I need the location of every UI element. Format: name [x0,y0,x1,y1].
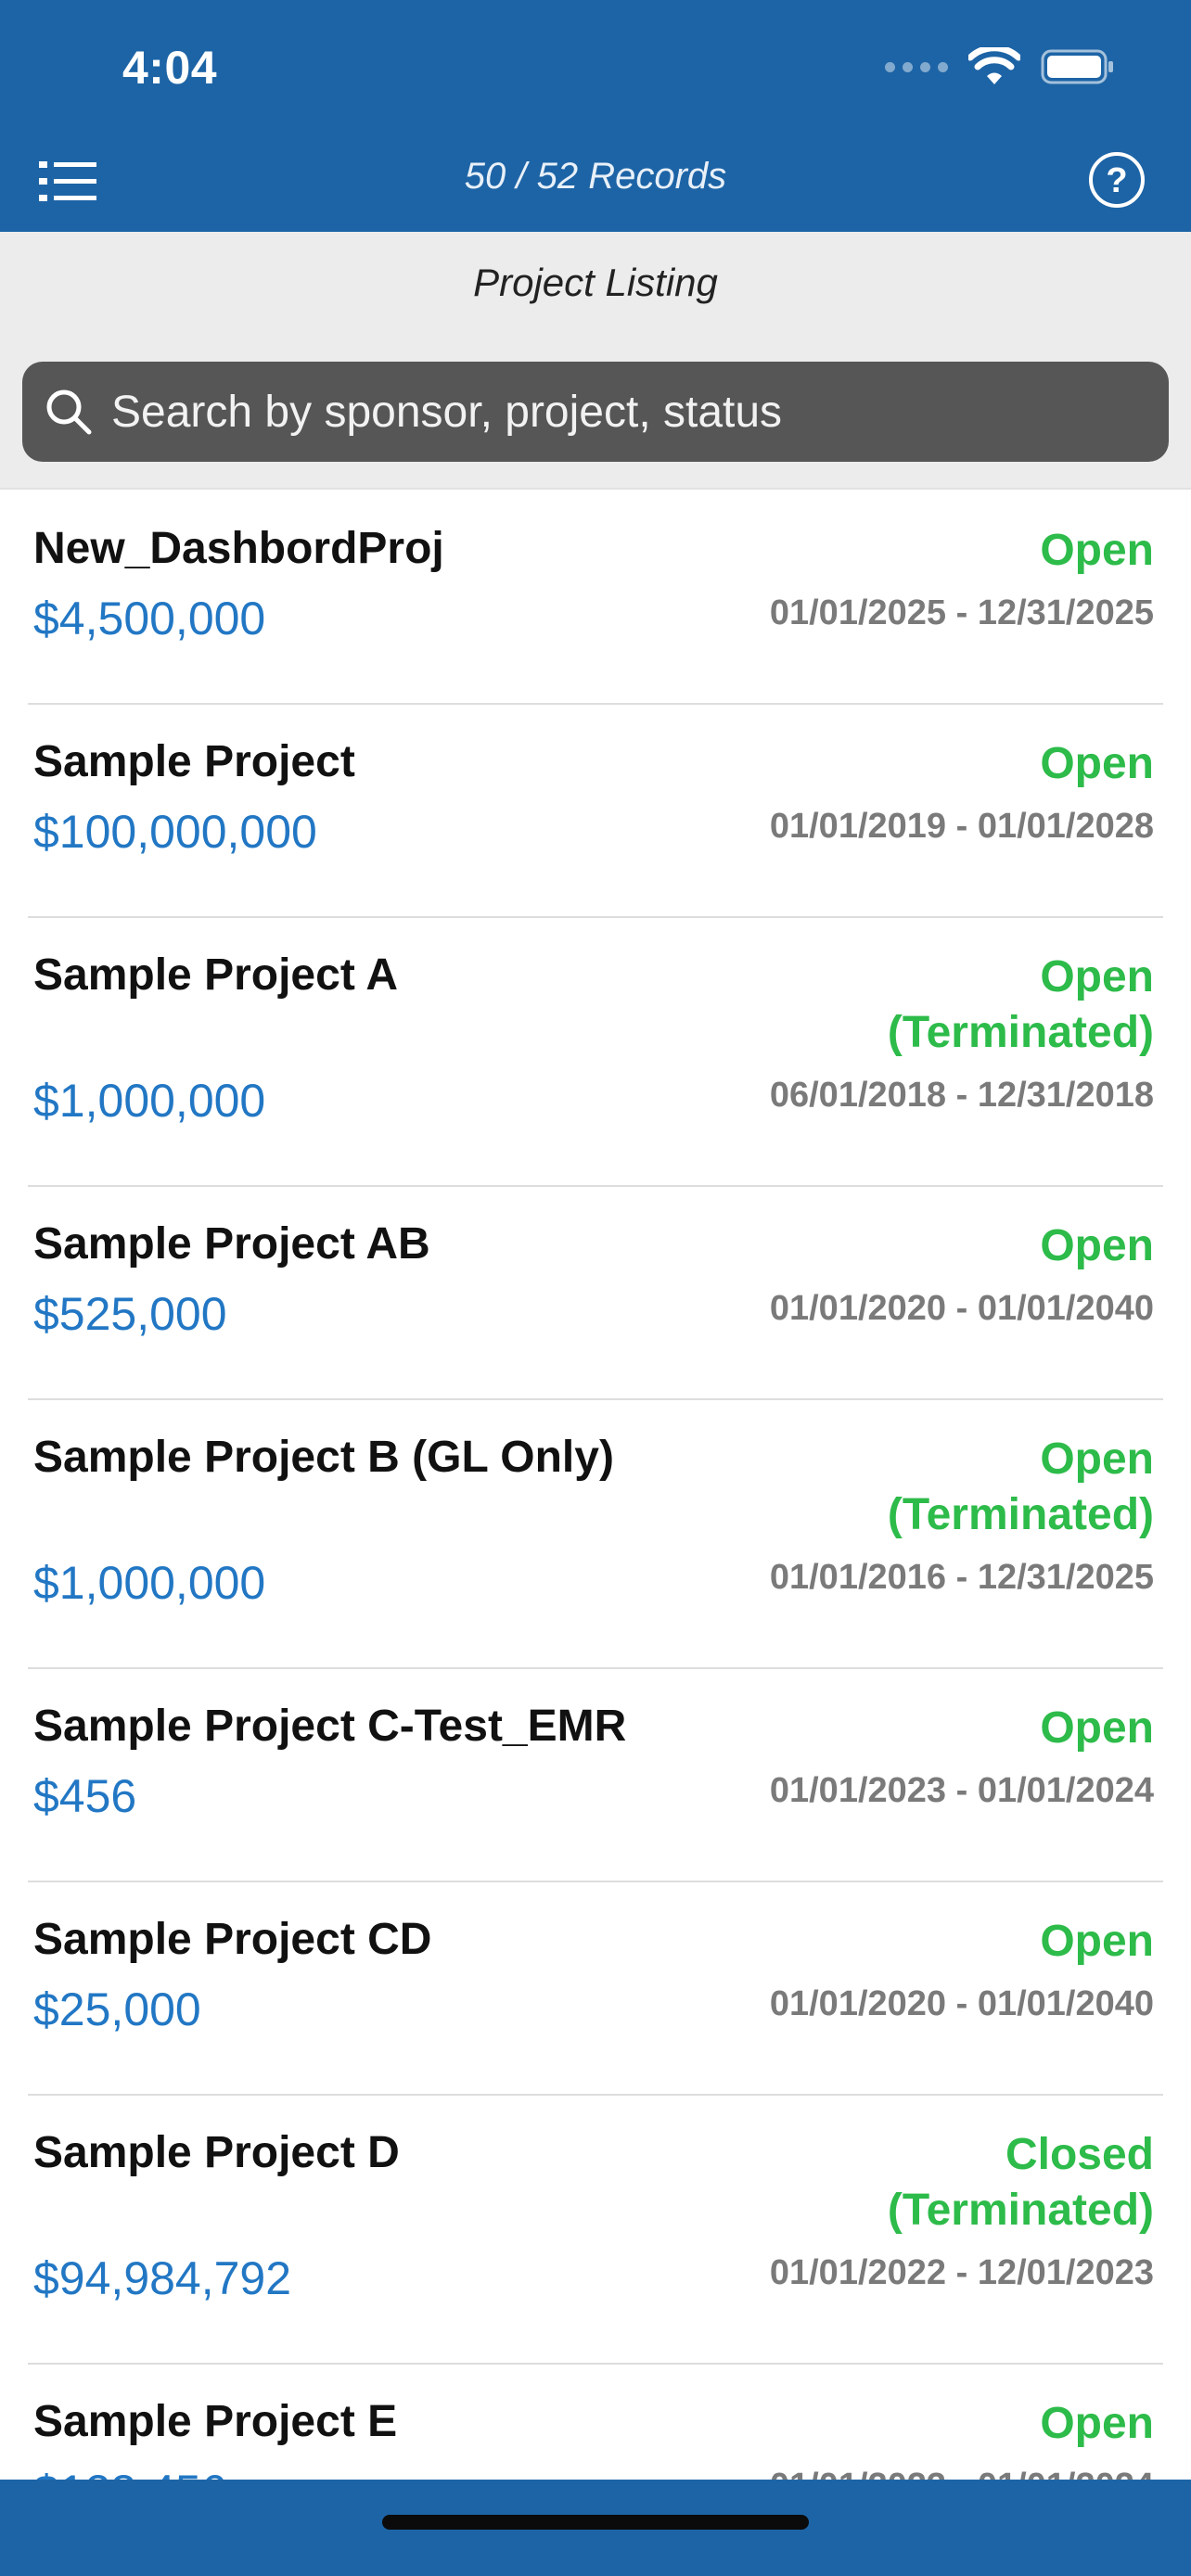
project-name: Sample Project AB [33,1219,430,1269]
project-name: Sample Project E [33,2397,398,2446]
search-bar [0,334,1191,490]
project-name: Sample Project CD [33,1915,432,1964]
help-icon[interactable]: ? [1087,150,1146,210]
project-row[interactable]: Sample Project D $94,984,792 Closed (Ter… [28,2096,1163,2365]
nav-bar: 50 / 52 Records ? [0,130,1191,232]
project-name: Sample Project D [33,2128,400,2177]
records-count: 50 / 52 Records [464,156,727,197]
project-status: Open (Terminated) [887,1435,1154,1539]
status-icons [885,46,1115,87]
project-dates: 01/01/2019 - 01/01/2028 [769,807,1154,846]
project-status: Open [1040,1221,1154,1270]
project-amount: $4,500,000 [33,593,266,644]
project-amount: $94,984,792 [33,2252,292,2304]
cellular-signal-icon [885,61,948,72]
app-screen: 4:04 50 / 52 Records ? Project Listing S… [0,0,1191,2576]
project-dates: 01/01/2025 - 12/31/2025 [769,593,1154,632]
project-name: Sample Project C-Test_EMR [33,1702,627,1751]
project-row[interactable]: Sample Project AB $525,000 Open 01/01/20… [28,1187,1163,1400]
project-row[interactable]: Sample Project B (GL Only) $1,000,000 Op… [28,1400,1163,1669]
project-row[interactable]: New_DashbordProj $4,500,000 Open 01/01/2… [28,491,1163,705]
project-dates: 01/01/2023 - 01/01/2024 [769,1771,1154,1810]
project-row[interactable]: Sample Project CD $25,000 Open 01/01/202… [28,1882,1163,2096]
project-status: Open [1040,526,1154,575]
svg-text:?: ? [1106,161,1127,200]
wifi-icon [968,47,1020,84]
project-status: Open [1040,739,1154,788]
battery-icon [1041,49,1113,84]
project-amount: $456 [33,1770,137,1822]
search-box[interactable] [22,362,1169,462]
search-icon [46,389,92,435]
project-status: Open (Terminated) [887,952,1154,1057]
project-list: New_DashbordProj $4,500,000 Open 01/01/2… [0,491,1191,2576]
project-name: Sample Project B (GL Only) [33,1433,614,1482]
project-dates: 01/01/2020 - 01/01/2040 [769,1984,1154,2023]
header: 4:04 50 / 52 Records ? [0,0,1191,232]
status-time: 4:04 [122,42,218,94]
search-input[interactable] [111,386,1132,438]
page-title: Project Listing [0,232,1191,334]
project-dates: 01/01/2022 - 12/01/2023 [769,2253,1154,2292]
project-status: Open [1040,1917,1154,1966]
project-name: New_DashbordProj [33,524,444,573]
project-name: Sample Project A [33,950,399,1000]
project-row[interactable]: Sample Project $100,000,000 Open 01/01/2… [28,705,1163,918]
project-dates: 01/01/2016 - 12/31/2025 [769,1558,1154,1597]
home-indicator[interactable] [382,2515,809,2530]
bottom-bar [0,2480,1191,2576]
project-amount: $1,000,000 [33,1075,266,1127]
project-name: Sample Project [33,737,355,786]
project-amount: $25,000 [33,1983,201,2035]
project-amount: $100,000,000 [33,806,317,858]
project-dates: 06/01/2018 - 12/31/2018 [769,1076,1154,1115]
project-dates: 01/01/2020 - 01/01/2040 [769,1289,1154,1328]
project-amount: $1,000,000 [33,1557,266,1609]
project-status: Closed (Terminated) [887,2130,1154,2235]
project-row[interactable]: Sample Project A $1,000,000 Open (Termin… [28,918,1163,1187]
project-status: Open [1040,2399,1154,2448]
project-amount: $525,000 [33,1288,227,1340]
project-row[interactable]: Sample Project C-Test_EMR $456 Open 01/0… [28,1669,1163,1882]
project-status: Open [1040,1703,1154,1753]
